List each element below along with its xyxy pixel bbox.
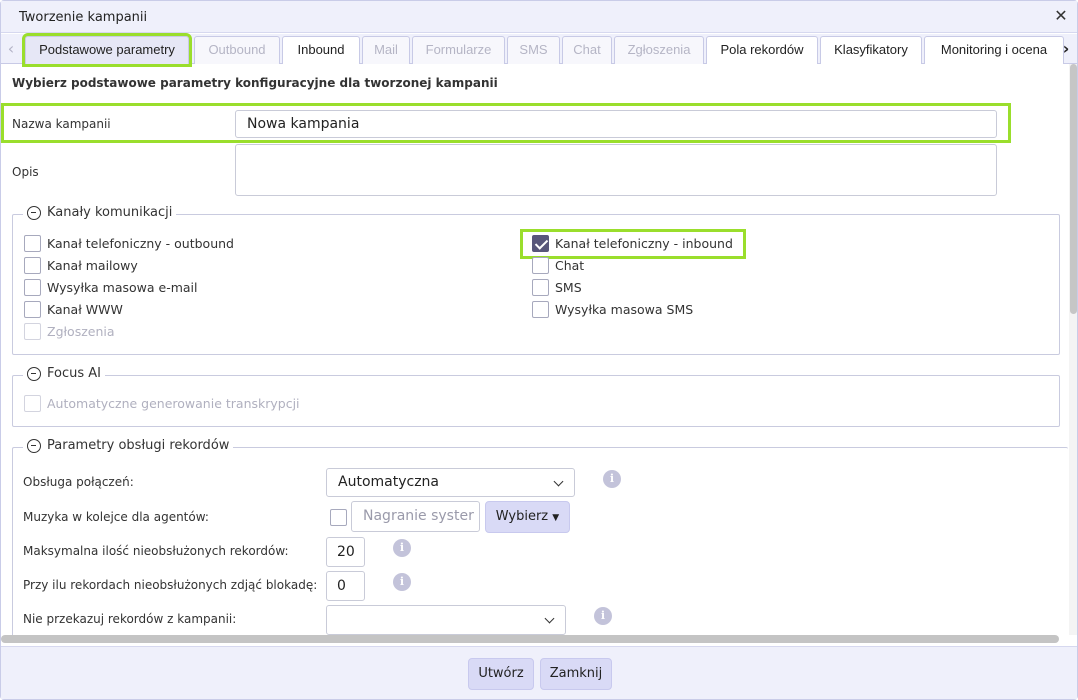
focus-ai-fieldset: Focus AI Automatyczne generowanie transk… [12, 366, 1060, 427]
channel-outbound[interactable]: Kanał telefoniczny - outbound [24, 235, 234, 252]
auto-transcription: Automatyczne generowanie transkrypcji [24, 395, 300, 412]
channel-mass-email-label: Wysyłka masowa e-mail [47, 280, 198, 295]
vertical-scrollbar-thumb[interactable] [1070, 64, 1077, 314]
channel-www-checkbox[interactable] [24, 301, 41, 318]
call-handling-value: Automatyczna [338, 474, 439, 490]
channel-mass-email[interactable]: Wysyłka masowa e-mail [24, 279, 198, 296]
channel-outbound-checkbox[interactable] [24, 235, 41, 252]
channel-tickets-checkbox [24, 323, 41, 340]
tab-chat[interactable]: Chat [562, 36, 612, 64]
chevron-down-icon [553, 476, 564, 487]
channels-fieldset: Kanały komunikacji Kanał telefoniczny - … [12, 205, 1060, 355]
focus-ai-legend[interactable]: Focus AI [23, 366, 105, 381]
collapse-icon[interactable] [27, 438, 41, 453]
channel-tickets: Zgłoszenia [24, 323, 115, 340]
tab-scroll-left-icon[interactable]: ‹ [4, 38, 18, 60]
queue-music-input[interactable]: Nagranie syster [351, 501, 480, 532]
channel-inbound-label: Kanał telefoniczny - inbound [555, 236, 733, 251]
choose-recording-button[interactable]: Wybierz ▼ [485, 501, 570, 533]
max-unhandled-label: Maksymalna ilość nieobsłużonych rekordów… [23, 544, 289, 558]
channel-chat[interactable]: Chat [532, 257, 584, 274]
tab-content: Wybierz podstawowe parametry konfiguracy… [1, 64, 1068, 636]
records-legend[interactable]: Parametry obsługi rekordów [23, 438, 234, 453]
channels-legend[interactable]: Kanały komunikacji [23, 205, 177, 220]
channel-sms-label: SMS [555, 280, 582, 295]
tab-scroll-right-icon[interactable]: › [1059, 38, 1073, 60]
close-button[interactable]: Zamknij [540, 658, 612, 690]
channel-outbound-label: Kanał telefoniczny - outbound [47, 236, 234, 251]
channel-mail-checkbox[interactable] [24, 257, 41, 274]
channel-mass-sms-checkbox[interactable] [532, 301, 549, 318]
dialog-titlebar: Tworzenie kampanii ✕ [1, 1, 1077, 33]
close-icon[interactable]: ✕ [1053, 8, 1069, 24]
channel-inbound[interactable]: Kanał telefoniczny - inbound [532, 235, 733, 252]
channel-sms[interactable]: SMS [532, 279, 582, 296]
tab-inbound[interactable]: Inbound [282, 36, 360, 64]
max-unhandled-input[interactable]: 20 [326, 537, 365, 567]
caret-down-icon: ▼ [552, 513, 560, 523]
call-handling-label: Obsługa połączeń: [23, 475, 134, 489]
tab-record-fields[interactable]: Pola rekordów [706, 36, 818, 64]
channel-tickets-label: Zgłoszenia [47, 324, 115, 339]
channel-mass-email-checkbox[interactable] [24, 279, 41, 296]
info-icon[interactable]: i [393, 573, 411, 591]
tab-monitoring[interactable]: Monitoring i ocena [924, 36, 1064, 64]
queue-music-label: Muzyka w kolejce dla agentów: [23, 510, 209, 524]
channel-mail[interactable]: Kanał mailowy [24, 257, 138, 274]
dialog-title: Tworzenie kampanii [19, 10, 148, 25]
channel-sms-checkbox[interactable] [532, 279, 549, 296]
channel-mail-label: Kanał mailowy [47, 258, 138, 273]
focus-ai-legend-label: Focus AI [47, 366, 101, 381]
no-pass-label: Nie przekazuj rekordów z kampanii: [23, 612, 237, 626]
unlock-threshold-label: Przy ilu rekordach nieobsłużonych zdjąć … [23, 578, 318, 592]
auto-transcription-checkbox [24, 395, 41, 412]
channel-mass-sms-label: Wysyłka masowa SMS [555, 302, 694, 317]
collapse-icon[interactable] [27, 366, 41, 381]
section-heading: Wybierz podstawowe parametry konfiguracy… [12, 76, 498, 90]
choose-recording-label: Wybierz [495, 509, 549, 524]
info-icon[interactable]: i [603, 470, 621, 488]
channel-chat-checkbox[interactable] [532, 257, 549, 274]
tab-classifiers[interactable]: Klasyfikatory [820, 36, 922, 64]
tab-bar: ‹ Podstawowe parametry Outbound Inbound … [1, 33, 1077, 67]
create-button[interactable]: Utwórz [468, 658, 534, 690]
tab-outbound[interactable]: Outbound [194, 36, 280, 64]
call-handling-select[interactable]: Automatyczna [326, 468, 575, 497]
unlock-threshold-input[interactable]: 0 [326, 571, 365, 601]
chevron-down-icon [544, 613, 555, 624]
channel-www[interactable]: Kanał WWW [24, 301, 123, 318]
description-label: Opis [12, 165, 39, 179]
tab-mail[interactable]: Mail [362, 36, 410, 64]
channel-chat-label: Chat [555, 258, 585, 273]
tab-tickets[interactable]: Zgłoszenia [614, 36, 704, 64]
channel-www-label: Kanał WWW [47, 302, 123, 317]
tab-basic-params[interactable]: Podstawowe parametry [22, 33, 192, 67]
campaign-name-label: Nazwa kampanii [12, 117, 111, 131]
campaign-dialog: Tworzenie kampanii ✕ ‹ Podstawowe parame… [0, 0, 1078, 700]
tab-forms[interactable]: Formularze [412, 36, 505, 64]
description-textarea[interactable] [235, 144, 997, 196]
channel-inbound-checkbox[interactable] [532, 235, 549, 252]
channels-legend-label: Kanały komunikacji [47, 205, 173, 220]
records-legend-label: Parametry obsługi rekordów [47, 438, 230, 453]
info-icon[interactable]: i [393, 539, 411, 557]
channel-mass-sms[interactable]: Wysyłka masowa SMS [532, 301, 693, 318]
horizontal-scrollbar[interactable] [1, 635, 1059, 643]
info-icon[interactable]: i [594, 607, 612, 625]
no-pass-select[interactable] [326, 605, 566, 635]
tab-sms[interactable]: SMS [507, 36, 560, 64]
auto-transcription-label: Automatyczne generowanie transkrypcji [47, 396, 300, 411]
collapse-icon[interactable] [27, 205, 41, 220]
campaign-name-input[interactable]: Nowa kampania [235, 110, 997, 138]
queue-music-checkbox[interactable] [330, 509, 347, 526]
dialog-footer: Utwórz Zamknij [1, 646, 1077, 699]
